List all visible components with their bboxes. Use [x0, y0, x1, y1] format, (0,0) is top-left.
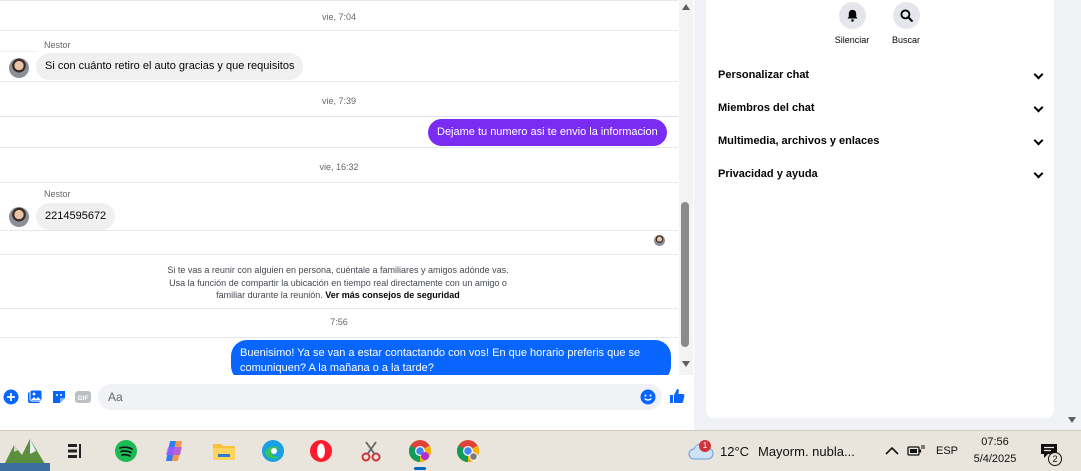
silence-button[interactable]: Silenciar	[822, 2, 882, 45]
like-icon[interactable]	[669, 388, 685, 404]
copilot-icon[interactable]	[161, 438, 187, 464]
divider	[0, 81, 678, 82]
silence-label: Silenciar	[834, 35, 870, 45]
row-label: Multimedia, archivos y enlaces	[718, 135, 880, 147]
chevron-down-icon	[1033, 69, 1044, 80]
divider	[0, 337, 678, 338]
divider	[0, 230, 678, 231]
scroll-down-arrow-icon[interactable]	[682, 361, 690, 367]
divider	[0, 30, 678, 31]
opera-icon[interactable]	[308, 438, 334, 464]
gif-icon-label: GIF	[78, 395, 89, 402]
safety-tips-link[interactable]: Ver más consejos de seguridad	[325, 290, 460, 300]
chevron-down-icon	[1033, 168, 1044, 179]
sender-name: Nestor	[44, 189, 71, 199]
timestamp: vie, 7:39	[321, 96, 357, 106]
chat-members-row[interactable]: Miembros del chat	[718, 98, 1044, 118]
chat-scrollbar[interactable]	[679, 0, 693, 375]
chat-area: vie, 7:04 Nestor Si con cuánto retiro el…	[0, 0, 694, 430]
weather-description[interactable]: Mayorm. nubla...	[758, 444, 855, 459]
notification-count: 2	[1048, 452, 1062, 466]
divider	[0, 147, 678, 148]
chrome-icon[interactable]	[407, 438, 433, 470]
divider	[0, 0, 678, 1]
sticker-icon[interactable]	[51, 389, 67, 405]
incoming-message[interactable]: 2214595672	[36, 203, 116, 230]
row-label: Personalizar chat	[718, 69, 810, 81]
gif-icon[interactable]: GIF	[75, 389, 91, 405]
privacy-help-row[interactable]: Privacidad y ayuda	[718, 164, 1044, 184]
widgets-icon[interactable]	[0, 433, 50, 471]
search-icon	[892, 2, 920, 29]
spotify-icon[interactable]	[113, 438, 139, 464]
divider	[0, 182, 678, 183]
customize-chat-row[interactable]: Personalizar chat	[718, 65, 1044, 85]
taskbar: 1 12°C Mayorm. nubla... ESP 07:56 5/4/20…	[0, 430, 1081, 471]
outgoing-message[interactable]: Dejame tu numero asi te envio la informa…	[428, 119, 667, 146]
battery-network-icon[interactable]	[903, 438, 929, 464]
avatar[interactable]	[9, 58, 29, 78]
timestamp: vie, 7:04	[321, 12, 357, 22]
search-button[interactable]: Buscar	[876, 2, 936, 45]
edge-icon[interactable]	[260, 438, 286, 464]
media-files-links-row[interactable]: Multimedia, archivos y enlaces	[718, 131, 1044, 151]
divider	[0, 51, 36, 52]
divider	[0, 116, 678, 117]
chevron-down-icon	[1033, 102, 1044, 113]
sender-name: Nestor	[44, 40, 71, 50]
scroll-up-arrow-icon[interactable]	[682, 4, 690, 10]
bell-icon	[838, 2, 866, 29]
timestamp: 7:56	[330, 317, 348, 327]
snipping-tool-icon[interactable]	[358, 438, 384, 464]
chevron-down-icon	[1033, 135, 1044, 146]
read-receipt-avatar	[654, 235, 665, 246]
image-icon[interactable]	[27, 389, 43, 405]
message-composer: GIF	[0, 378, 694, 418]
row-label: Miembros del chat	[718, 102, 815, 114]
chevron-up-icon[interactable]	[879, 438, 905, 464]
file-explorer-icon[interactable]	[211, 438, 237, 464]
language-indicator[interactable]: ESP	[936, 445, 958, 457]
timestamp: vie, 16:32	[319, 162, 359, 172]
clock-date[interactable]: 5/4/2025	[972, 453, 1018, 465]
page-scroll-down-arrow-icon[interactable]	[1068, 417, 1076, 423]
avatar[interactable]	[9, 207, 29, 227]
outgoing-message[interactable]: Buenisimo! Ya se van a estar contactando…	[231, 340, 671, 375]
safety-notice: Si te vas a reunir con alguien en person…	[160, 264, 516, 302]
weather-badge: 1	[699, 440, 711, 452]
weather-temperature[interactable]: 12°C	[720, 444, 749, 459]
divider	[0, 308, 678, 309]
chrome-profile-icon[interactable]	[455, 438, 481, 464]
row-label: Privacidad y ayuda	[718, 168, 818, 180]
scroll-thumb[interactable]	[681, 202, 689, 347]
clock-time[interactable]: 07:56	[972, 436, 1018, 448]
emoji-icon[interactable]	[640, 389, 656, 405]
chat-info-panel: Silenciar Buscar Personalizar chat Miemb…	[706, 0, 1054, 418]
message-input[interactable]	[98, 384, 662, 410]
divider	[0, 254, 678, 255]
message-list[interactable]: vie, 7:04 Nestor Si con cuánto retiro el…	[0, 0, 678, 375]
incoming-message[interactable]: Si con cuánto retiro el auto gracias y q…	[36, 53, 304, 80]
plus-icon[interactable]	[3, 389, 19, 405]
search-label: Buscar	[891, 35, 920, 45]
task-view-icon[interactable]	[62, 438, 88, 464]
